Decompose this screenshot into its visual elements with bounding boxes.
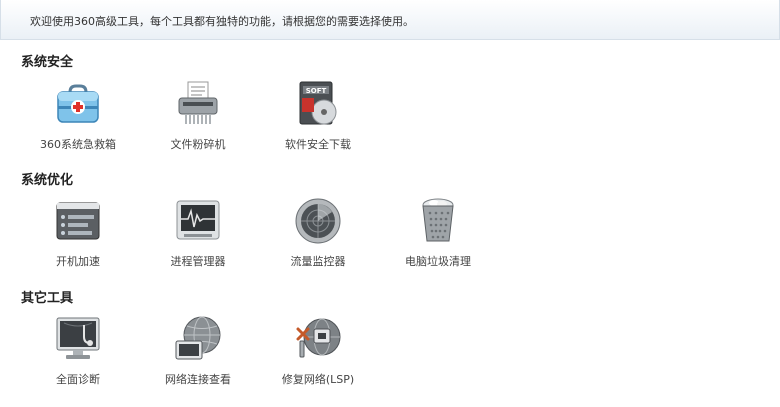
tool-label: 软件安全下载	[285, 138, 351, 151]
first-aid-kit-icon	[54, 80, 102, 128]
network-globe-icon	[174, 315, 222, 363]
tool-full-diagnosis[interactable]: 全面诊断	[23, 315, 133, 395]
process-monitor-icon	[174, 197, 222, 245]
network-repair-icon	[294, 315, 342, 363]
tool-label: 全面诊断	[56, 373, 100, 386]
section-title-system-security: 系统安全	[21, 55, 74, 70]
section-title-system-optimization: 系统优化	[21, 173, 74, 188]
section-title-other-tools: 其它工具	[21, 291, 74, 306]
tool-repair-network[interactable]: 修复网络(LSP)	[263, 315, 373, 395]
tool-network-connections[interactable]: 网络连接查看	[143, 315, 253, 395]
tool-junk-cleanup[interactable]: 电脑垃圾清理	[383, 197, 493, 277]
tool-label: 360系统急救箱	[40, 138, 116, 151]
startup-speed-icon	[54, 197, 102, 245]
trash-can-icon	[414, 197, 462, 245]
tool-startup-speed[interactable]: 开机加速	[23, 197, 133, 277]
tool-file-shredder[interactable]: 文件粉碎机	[143, 80, 253, 160]
welcome-banner: 欢迎使用360高级工具，每个工具都有独特的功能，请根据您的需要选择使用。	[0, 0, 780, 40]
welcome-text: 欢迎使用360高级工具，每个工具都有独特的功能，请根据您的需要选择使用。	[30, 15, 414, 28]
tool-software-download[interactable]: SOFT 软件安全下载	[263, 80, 373, 160]
svg-text:SOFT: SOFT	[306, 87, 327, 95]
traffic-radar-icon	[294, 197, 342, 245]
tool-label: 修复网络(LSP)	[281, 373, 355, 386]
tool-label: 开机加速	[56, 255, 100, 268]
tool-label: 电脑垃圾清理	[405, 255, 471, 268]
tool-label: 进程管理器	[170, 255, 226, 268]
tool-label: 文件粉碎机	[170, 138, 226, 151]
shredder-icon	[174, 80, 222, 128]
tool-label: 流量监控器	[290, 255, 346, 268]
tool-traffic-monitor[interactable]: 流量监控器	[263, 197, 373, 277]
diagnosis-monitor-icon	[54, 315, 102, 363]
tool-label: 网络连接查看	[165, 373, 231, 386]
tool-system-first-aid[interactable]: 360系统急救箱	[23, 80, 133, 160]
tool-process-manager[interactable]: 进程管理器	[143, 197, 253, 277]
software-download-icon: SOFT	[294, 80, 342, 128]
